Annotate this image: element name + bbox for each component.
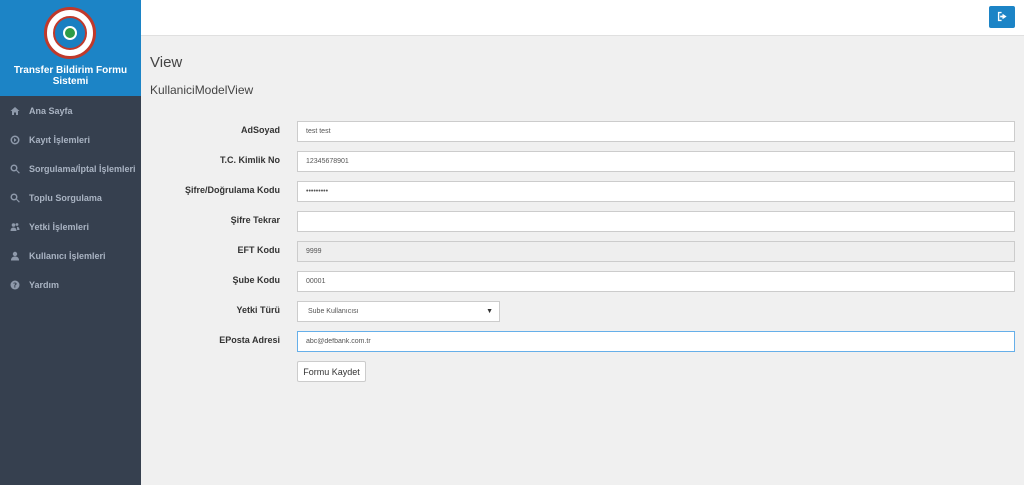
sidebar-item-label: Yetki İşlemleri bbox=[29, 221, 90, 232]
question-icon: ? bbox=[8, 278, 22, 292]
form-row-eft: EFT Kodu bbox=[141, 241, 1024, 262]
form-row-yetki: Yetki Türü Sube Kullanıcısı ▼ bbox=[141, 301, 1024, 322]
search-icon bbox=[8, 162, 22, 176]
users-icon bbox=[8, 220, 22, 234]
top-bar bbox=[141, 0, 1024, 36]
sidebar-item-yardim[interactable]: ? Yardım bbox=[0, 270, 141, 299]
eft-label: EFT Kodu bbox=[237, 245, 281, 255]
sidebar-item-label: Ana Sayfa bbox=[29, 105, 73, 116]
user-icon bbox=[8, 249, 22, 263]
form-row-sifre: Şifre/Doğrulama Kodu bbox=[141, 181, 1024, 202]
tckimlik-label: T.C. Kimlik No bbox=[219, 155, 280, 165]
sidebar-item-label: Toplu Sorgulama bbox=[29, 192, 102, 203]
sidebar-item-label: Kullanıcı İşlemleri bbox=[29, 250, 106, 261]
svg-text:?: ? bbox=[13, 281, 17, 289]
sidebar-nav: Ana Sayfa Kayıt İşlemleri Sorgulama/İpta… bbox=[0, 96, 141, 299]
sidebar-item-toplu-sorgulama[interactable]: Toplu Sorgulama bbox=[0, 183, 141, 212]
sign-out-icon bbox=[997, 10, 1008, 25]
sidebar-item-kayit-islemleri[interactable]: Kayıt İşlemleri bbox=[0, 125, 141, 154]
sifre-label: Şifre/Doğrulama Kodu bbox=[184, 185, 280, 195]
eposta-label: EPosta Adresi bbox=[219, 335, 280, 345]
page-title: View bbox=[150, 54, 183, 71]
form-row-sifre-tekrar: Şifre Tekrar bbox=[141, 211, 1024, 232]
yetki-select-value: Sube Kullanıcısı bbox=[308, 308, 359, 315]
logout-button[interactable] bbox=[989, 6, 1015, 28]
sifre-tekrar-label: Şifre Tekrar bbox=[230, 215, 280, 225]
eposta-input[interactable] bbox=[297, 331, 1015, 352]
sidebar-item-ana-sayfa[interactable]: Ana Sayfa bbox=[0, 96, 141, 125]
sidebar-item-yetki-islemleri[interactable]: Yetki İşlemleri bbox=[0, 212, 141, 241]
form-row-tckimlik: T.C. Kimlik No bbox=[141, 151, 1024, 172]
sube-label: Şube Kodu bbox=[232, 275, 281, 285]
sidebar-item-sorgulama-iptal[interactable]: Sorgulama/İptal İşlemleri bbox=[0, 154, 141, 183]
search-icon bbox=[8, 191, 22, 205]
adsoyad-input[interactable] bbox=[297, 121, 1015, 142]
form-row-sube: Şube Kodu bbox=[141, 271, 1024, 292]
yetki-select[interactable]: Sube Kullanıcısı ▼ bbox=[297, 301, 500, 322]
eft-input bbox=[297, 241, 1015, 262]
sifre-tekrar-input[interactable] bbox=[297, 211, 1015, 232]
sube-input[interactable] bbox=[297, 271, 1015, 292]
save-form-button[interactable]: Formu Kaydet bbox=[297, 361, 366, 382]
sidebar-item-label: Kayıt İşlemleri bbox=[29, 134, 91, 145]
logo bbox=[44, 7, 96, 59]
home-icon bbox=[8, 104, 22, 118]
form-row-eposta: EPosta Adresi bbox=[141, 331, 1024, 352]
yetki-label: Yetki Türü bbox=[236, 305, 280, 315]
sidebar: Transfer Bildirim Formu Sistemi Ana Sayf… bbox=[0, 0, 141, 485]
arrow-circle-icon bbox=[8, 133, 22, 147]
brand-title: Transfer Bildirim Formu Sistemi bbox=[13, 65, 128, 87]
sidebar-item-kullanici-islemleri[interactable]: Kullanıcı İşlemleri bbox=[0, 241, 141, 270]
form-row-adsoyad: AdSoyad bbox=[141, 121, 1024, 142]
sidebar-item-label: Yardım bbox=[29, 279, 60, 290]
tckimlik-input[interactable] bbox=[297, 151, 1015, 172]
sidebar-item-label: Sorgulama/İptal İşlemleri bbox=[29, 163, 136, 174]
adsoyad-label: AdSoyad bbox=[240, 125, 280, 135]
page-subtitle: KullaniciModelView bbox=[150, 83, 254, 97]
sifre-input[interactable] bbox=[297, 181, 1015, 202]
caret-down-icon: ▼ bbox=[486, 308, 493, 315]
brand-header: Transfer Bildirim Formu Sistemi bbox=[0, 0, 141, 96]
